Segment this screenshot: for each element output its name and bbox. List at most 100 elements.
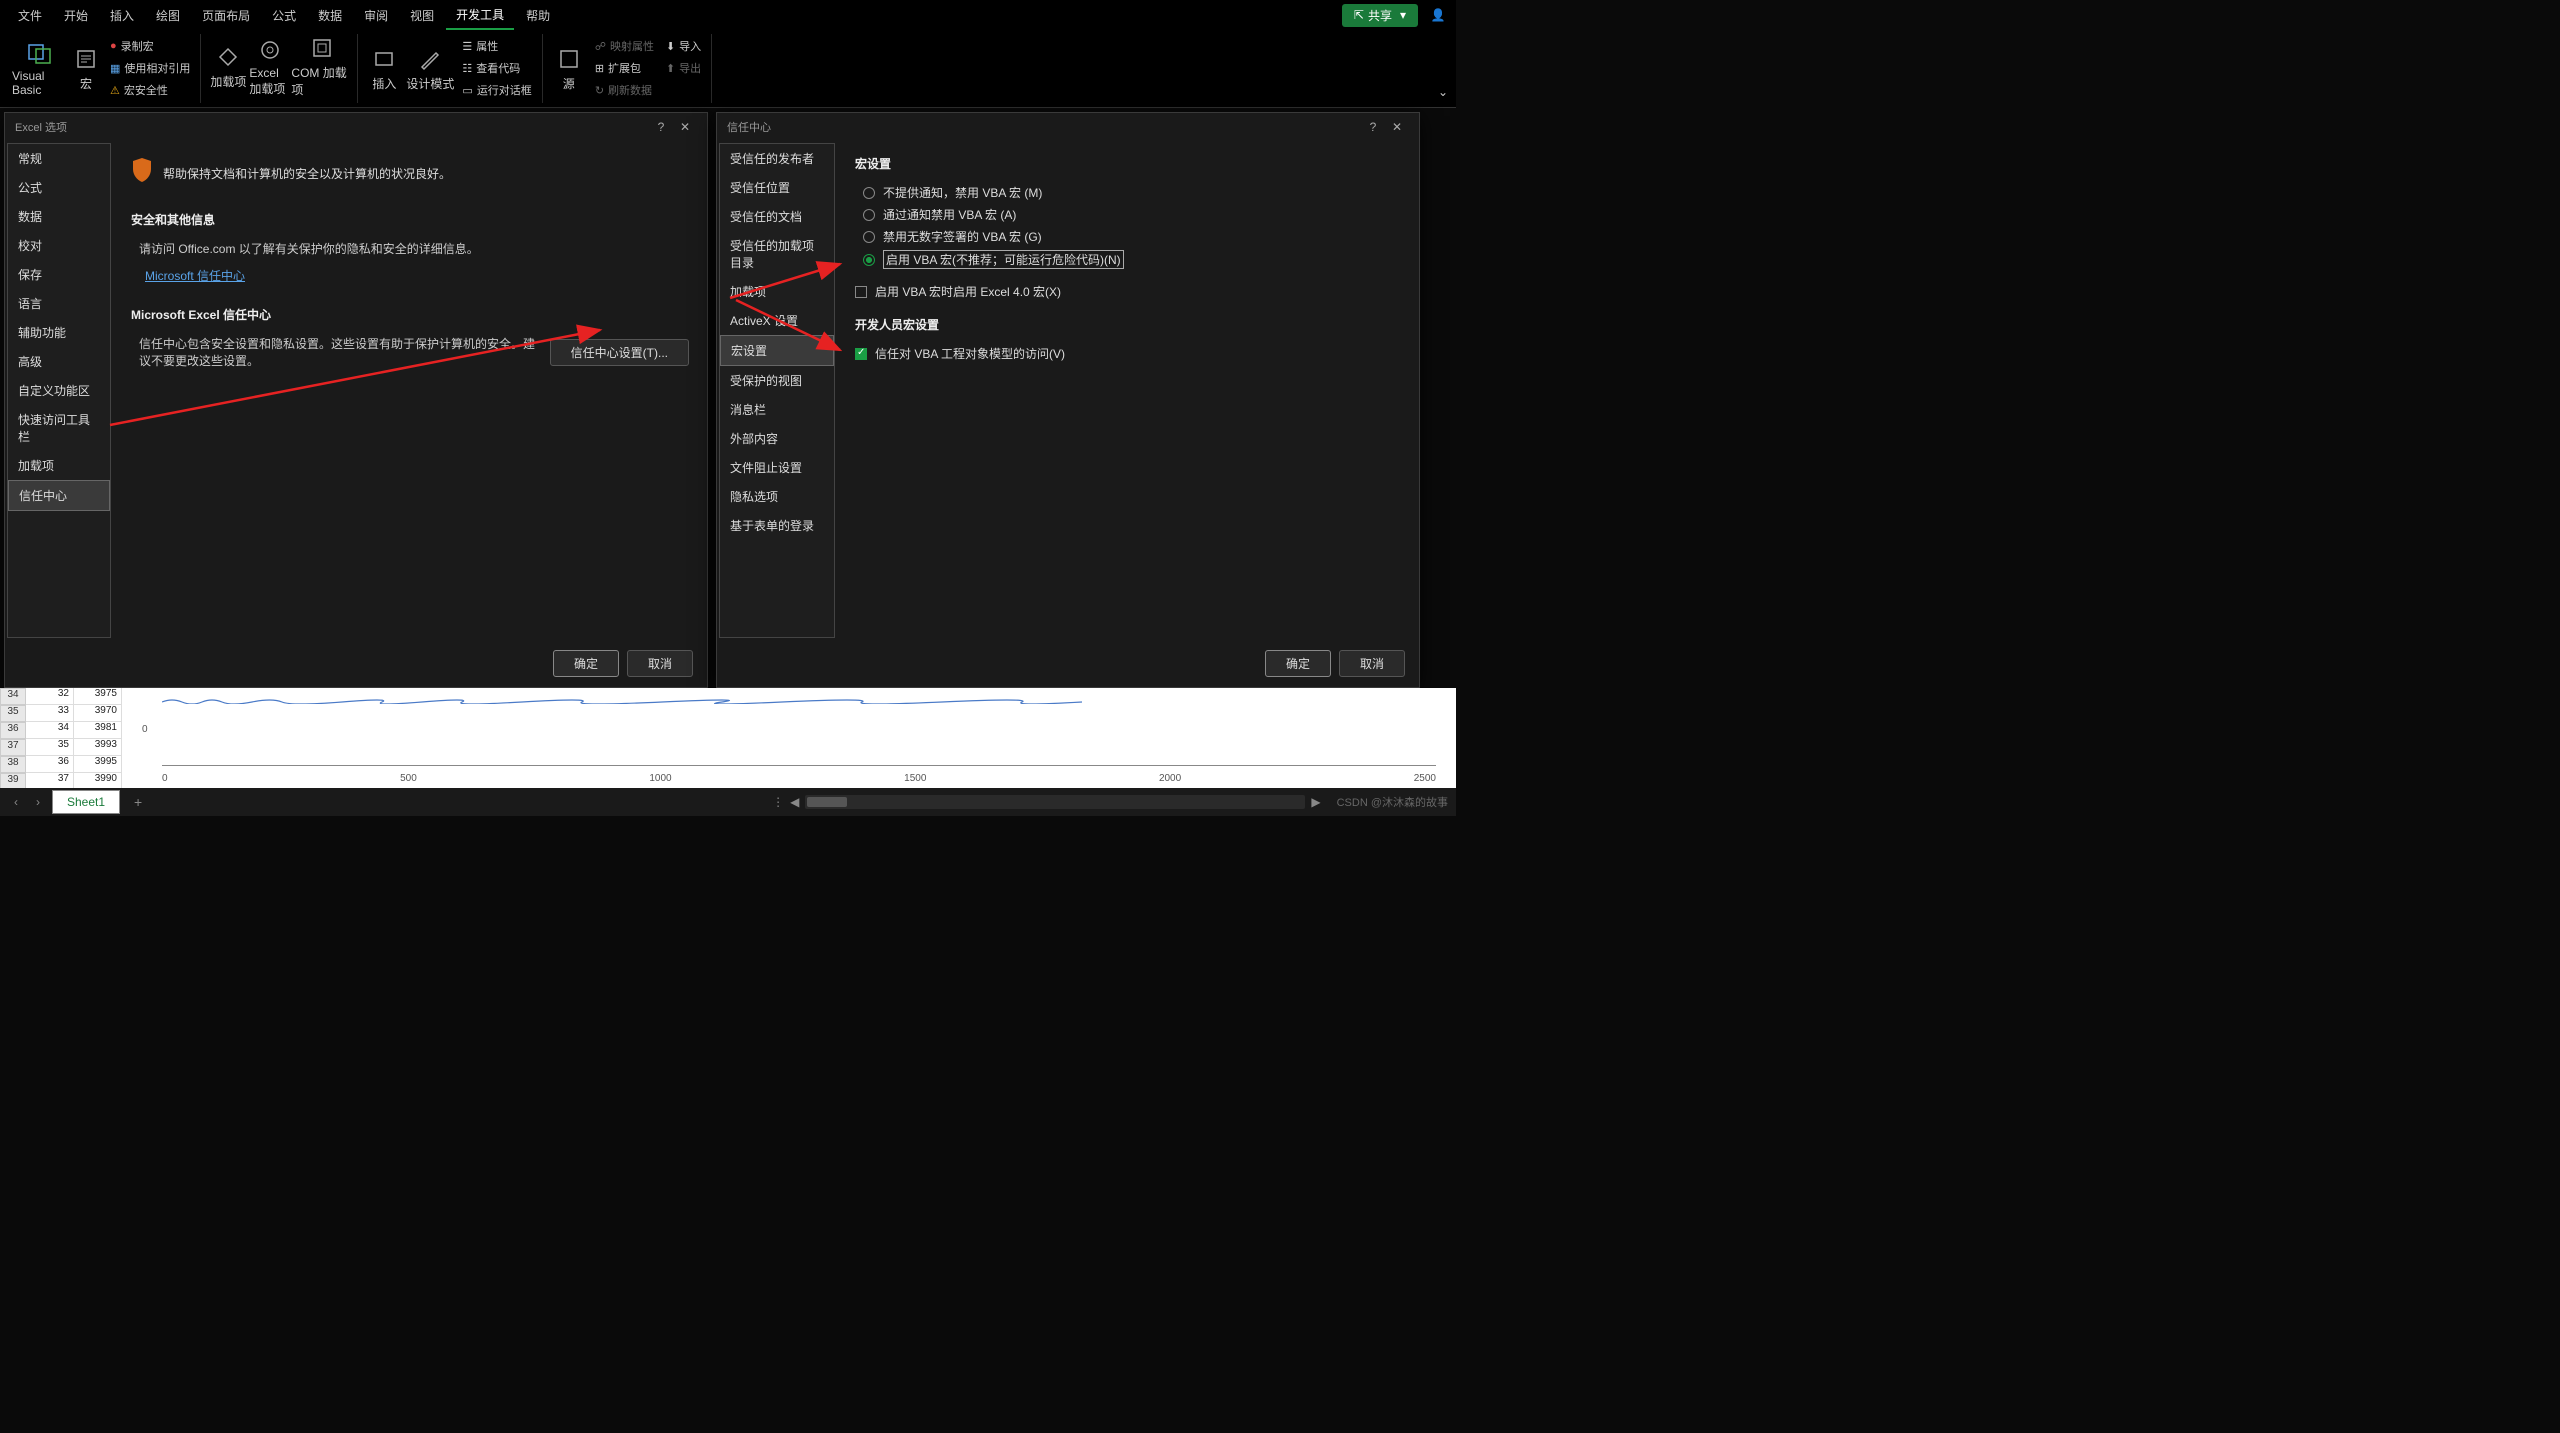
menu-公式[interactable]: 公式: [262, 2, 306, 29]
trust-sidebar-10[interactable]: 文件阻止设置: [720, 453, 834, 482]
cell[interactable]: 3993: [74, 739, 122, 756]
vb-icon: [26, 39, 54, 67]
macro-radio-3[interactable]: 启用 VBA 宏(不推荐；可能运行危险代码)(N): [855, 250, 1401, 269]
menu-审阅[interactable]: 审阅: [354, 2, 398, 29]
horizontal-scrollbar[interactable]: [805, 795, 1305, 809]
trust-sidebar-8[interactable]: 消息栏: [720, 395, 834, 424]
options-sidebar-3[interactable]: 校对: [8, 231, 110, 260]
dialog-title: Excel 选项: [15, 119, 649, 135]
source-button[interactable]: 源: [549, 34, 589, 102]
relative-ref-button[interactable]: ▦使用相对引用: [110, 58, 190, 78]
options-sidebar-1[interactable]: 公式: [8, 173, 110, 202]
cell[interactable]: 33: [26, 705, 74, 722]
menu-插入[interactable]: 插入: [100, 2, 144, 29]
scroll-right-icon[interactable]: ▶: [1311, 795, 1320, 809]
cell[interactable]: 34: [26, 722, 74, 739]
trust-sidebar-5[interactable]: ActiveX 设置: [720, 306, 834, 335]
row-header[interactable]: 35: [0, 705, 26, 722]
menu-页面布局[interactable]: 页面布局: [192, 2, 260, 29]
ok-button[interactable]: 确定: [553, 650, 619, 677]
row-header[interactable]: 36: [0, 722, 26, 739]
trust-sidebar-3[interactable]: 受信任的加载项目录: [720, 231, 834, 277]
design-mode-button[interactable]: 设计模式: [404, 34, 456, 102]
close-icon[interactable]: ✕: [1385, 120, 1409, 134]
row-header[interactable]: 34: [0, 688, 26, 705]
tab-next-icon[interactable]: ›: [30, 795, 46, 809]
close-icon[interactable]: ✕: [673, 120, 697, 134]
com-addins-button[interactable]: COM 加载项: [291, 34, 353, 98]
scroll-thumb[interactable]: [807, 797, 847, 807]
person-icon[interactable]: 👤: [1428, 5, 1448, 25]
cancel-button[interactable]: 取消: [627, 650, 693, 677]
help-icon[interactable]: ?: [1361, 120, 1385, 134]
trust-sidebar-6[interactable]: 宏设置: [720, 335, 834, 366]
cell[interactable]: 3995: [74, 756, 122, 773]
import-button[interactable]: ⬇导入: [666, 36, 701, 56]
options-sidebar-11[interactable]: 信任中心: [8, 480, 110, 511]
options-sidebar-10[interactable]: 加载项: [8, 451, 110, 480]
help-icon[interactable]: ?: [649, 120, 673, 134]
options-sidebar-2[interactable]: 数据: [8, 202, 110, 231]
record-macro-button[interactable]: ●录制宏: [110, 36, 190, 56]
row-header[interactable]: 37: [0, 739, 26, 756]
cell[interactable]: 3975: [74, 688, 122, 705]
visual-basic-button[interactable]: Visual Basic: [12, 34, 68, 102]
tab-prev-icon[interactable]: ‹: [8, 795, 24, 809]
menu-文件[interactable]: 文件: [8, 2, 52, 29]
com-addins-icon: [308, 34, 336, 62]
macro-radio-1[interactable]: 通过通知禁用 VBA 宏 (A): [855, 206, 1401, 223]
add-sheet-icon[interactable]: +: [126, 794, 150, 810]
radio-label: 禁用无数字签署的 VBA 宏 (G): [883, 228, 1042, 245]
vba-project-access-checkbox-row[interactable]: 信任对 VBA 工程对象模型的访问(V): [855, 345, 1401, 362]
trust-sidebar-1[interactable]: 受信任位置: [720, 173, 834, 202]
options-sidebar-4[interactable]: 保存: [8, 260, 110, 289]
menu-帮助[interactable]: 帮助: [516, 2, 560, 29]
macro-radio-0[interactable]: 不提供通知，禁用 VBA 宏 (M): [855, 184, 1401, 201]
trust-sidebar-9[interactable]: 外部内容: [720, 424, 834, 453]
options-sidebar-5[interactable]: 语言: [8, 289, 110, 318]
trust-sidebar-2[interactable]: 受信任的文档: [720, 202, 834, 231]
trust-sidebar-11[interactable]: 隐私选项: [720, 482, 834, 511]
options-sidebar-9[interactable]: 快速访问工具栏: [8, 405, 110, 451]
cancel-button[interactable]: 取消: [1339, 650, 1405, 677]
menu-绘图[interactable]: 绘图: [146, 2, 190, 29]
properties-button[interactable]: ☰属性: [462, 36, 531, 56]
macro-radio-2[interactable]: 禁用无数字签署的 VBA 宏 (G): [855, 228, 1401, 245]
options-sidebar-6[interactable]: 辅助功能: [8, 318, 110, 347]
trust-sidebar-0[interactable]: 受信任的发布者: [720, 144, 834, 173]
trust-sidebar-12[interactable]: 基于表单的登录: [720, 511, 834, 540]
menu-开始[interactable]: 开始: [54, 2, 98, 29]
cell[interactable]: 36: [26, 756, 74, 773]
excel-addins-button[interactable]: Excel 加载项: [249, 34, 291, 98]
macros-button[interactable]: 宏: [68, 34, 104, 102]
options-sidebar-0[interactable]: 常规: [8, 144, 110, 173]
tab-menu-icon[interactable]: ⋮: [772, 795, 784, 809]
excel4-macro-checkbox-row[interactable]: 启用 VBA 宏时启用 Excel 4.0 宏(X): [855, 283, 1401, 300]
chart-x-labels: 05001000150020002500: [162, 773, 1436, 784]
run-dialog-button[interactable]: ▭运行对话框: [462, 80, 531, 100]
cell[interactable]: 3981: [74, 722, 122, 739]
trust-sidebar-4[interactable]: 加载项: [720, 277, 834, 306]
row-header[interactable]: 38: [0, 756, 26, 773]
cell[interactable]: 35: [26, 739, 74, 756]
macro-security-button[interactable]: ⚠宏安全性: [110, 80, 190, 100]
cell[interactable]: 32: [26, 688, 74, 705]
addins-button[interactable]: 加载项: [207, 34, 249, 98]
trust-center-settings-button[interactable]: 信任中心设置(T)...: [550, 339, 689, 366]
scroll-left-icon[interactable]: ◀: [790, 795, 799, 809]
view-code-button[interactable]: ☷查看代码: [462, 58, 531, 78]
ribbon-collapse-icon[interactable]: ⌄: [1438, 85, 1448, 99]
sheet-tab[interactable]: Sheet1: [52, 790, 120, 814]
options-sidebar-8[interactable]: 自定义功能区: [8, 376, 110, 405]
ms-trust-link[interactable]: Microsoft 信任中心: [131, 267, 689, 284]
insert-button[interactable]: 插入: [364, 34, 404, 102]
ok-button[interactable]: 确定: [1265, 650, 1331, 677]
options-sidebar-7[interactable]: 高级: [8, 347, 110, 376]
menu-开发工具[interactable]: 开发工具: [446, 1, 514, 30]
cell[interactable]: 3970: [74, 705, 122, 722]
share-button[interactable]: ⇱共享▾: [1342, 4, 1418, 27]
expansion-button[interactable]: ⊞扩展包: [595, 58, 654, 78]
menu-视图[interactable]: 视图: [400, 2, 444, 29]
menu-数据[interactable]: 数据: [308, 2, 352, 29]
trust-sidebar-7[interactable]: 受保护的视图: [720, 366, 834, 395]
